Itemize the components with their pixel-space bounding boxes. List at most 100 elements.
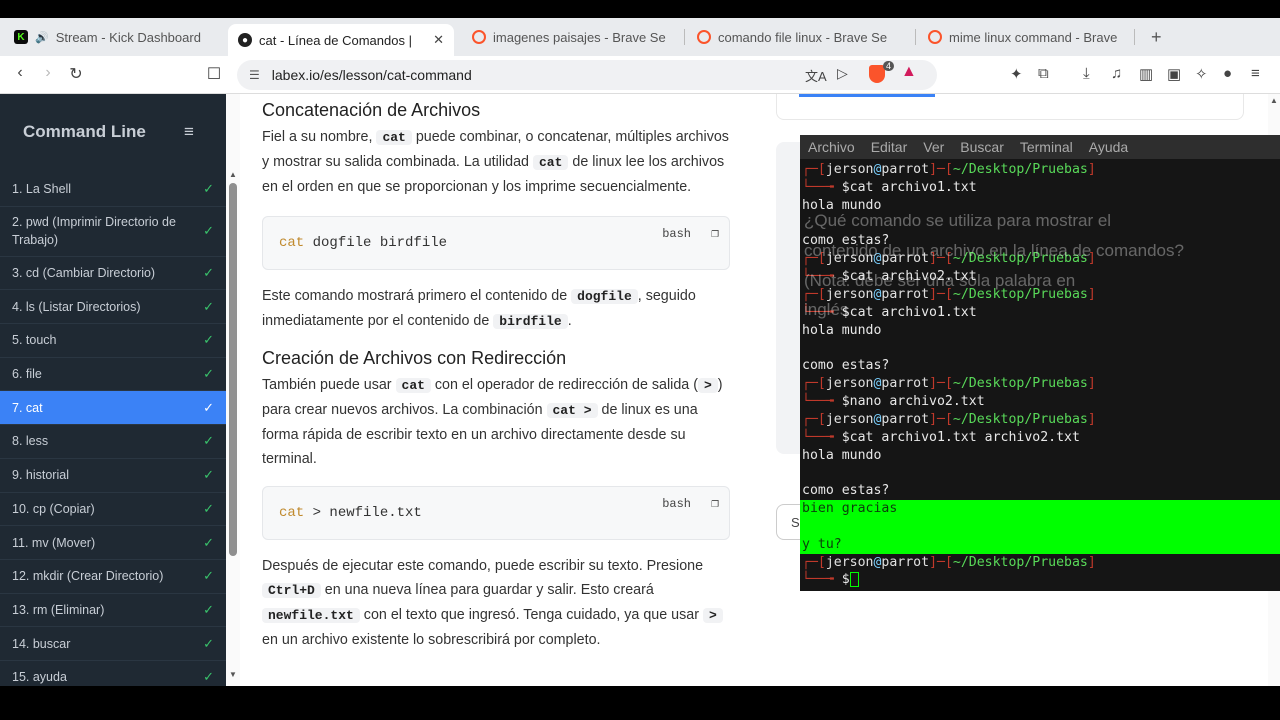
prompt-bracket: ] (1087, 554, 1096, 570)
check-icon: ✓ (203, 601, 214, 617)
sidebar-item-la-shell[interactable]: 1. La Shell ✓ (0, 173, 226, 207)
prompt-bracket: ┌─[ (802, 376, 826, 392)
sidebar-item-ls[interactable]: 4. ls (Listar Directorios) ✓ (0, 290, 226, 325)
terminal-line: bien gracias (800, 500, 1280, 518)
address-bar[interactable]: ☰ labex.io/es/lesson/cat-command 文A ▷ 4 … (237, 60, 937, 90)
brave-rewards-icon[interactable]: ▲ (901, 63, 917, 81)
vpn-icon[interactable]: ● (1223, 65, 1232, 82)
code-args: > newfile.txt (304, 505, 422, 521)
new-tab-icon[interactable]: + (1151, 27, 1162, 48)
sidebar-item-cd[interactable]: 3. cd (Cambiar Directorio) ✓ (0, 257, 226, 291)
copy-icon[interactable]: ❐ (711, 496, 719, 511)
translate-icon[interactable]: 文A (805, 66, 827, 85)
download-icon[interactable]: ⤓ (1083, 65, 1090, 82)
tab-imagenes-paisajes[interactable]: imagenes paisajes - Brave Se (454, 21, 684, 53)
menu-ayuda[interactable]: Ayuda (1089, 139, 1128, 155)
forward-icon[interactable]: › (34, 64, 62, 82)
inline-code: > (702, 608, 723, 623)
terminal-line: ┌─[jerson@parrot]─[~/Desktop/Pruebas] (800, 161, 1280, 179)
terminal-line: └──╼ $cat archivo1.txt archivo2.txt (800, 429, 1280, 447)
media-icon[interactable]: ♫ (1111, 65, 1122, 82)
sidebar-item-label: 1. La Shell (12, 182, 72, 197)
copy-icon[interactable]: ❐ (711, 226, 719, 241)
text: . (567, 313, 572, 329)
check-icon: ✓ (203, 467, 214, 483)
menu-ver[interactable]: Ver (923, 139, 944, 155)
speaker-icon[interactable]: 🔊 (35, 31, 49, 44)
sidebar-item-label: 3. cd (Cambiar Directorio) (12, 266, 156, 281)
text: Fiel a su nombre, (262, 129, 377, 145)
inline-code: cat (395, 378, 431, 393)
tab-cat-lesson[interactable]: ● cat - Línea de Comandos | ✕ (228, 24, 454, 56)
terminal-line: como estas? (800, 357, 1280, 375)
lesson-list: 1. La Shell ✓ 2. pwd (Imprimir Directorio… (0, 174, 226, 686)
prompt-bracket: ]─[ (929, 411, 953, 427)
labex-icon: ● (238, 33, 252, 47)
sidebar-item-buscar[interactable]: 14. buscar ✓ (0, 627, 226, 661)
sidebar-item-rm[interactable]: 13. rm (Eliminar) ✓ (0, 594, 226, 628)
terminal-window[interactable]: Archivo Editar Ver Buscar Terminal Ayuda… (800, 135, 1280, 591)
prompt-arrow: └──╼ (802, 572, 842, 588)
sidebar-item-pwd[interactable]: 2. pwd (Imprimir Directorio de Trabajo) ✓ (0, 207, 226, 257)
sidebar-item-label: 14. buscar (12, 636, 71, 651)
back-icon[interactable]: ‹ (6, 64, 34, 82)
menu-archivo[interactable]: Archivo (808, 139, 855, 155)
output-text: hola mundo (802, 447, 882, 463)
sidebar-item-cat[interactable]: 7. cat ✓ (0, 391, 226, 426)
sidebar-item-label: 15. ayuda (12, 670, 67, 685)
output-text: como estas? (802, 483, 890, 499)
code-text: cat > newfile.txt (279, 505, 422, 521)
sidebar-item-ayuda[interactable]: 15. ayuda ✓ (0, 661, 226, 686)
close-tab-icon[interactable]: ✕ (433, 32, 444, 48)
terminal-line: └──╼ $nano archivo2.txt (800, 393, 1280, 411)
menu-icon[interactable]: ≡ (1251, 65, 1260, 82)
sidebar-scrollbar-thumb[interactable] (229, 183, 237, 556)
sidebar-item-label: 9. historial (12, 468, 69, 483)
terminal-line: y tu? (800, 535, 1280, 554)
screenshot-icon[interactable]: ⧉ (1038, 65, 1049, 82)
code-keyword: cat (279, 505, 305, 521)
check-icon: ✓ (203, 332, 214, 348)
hamburger-menu-icon[interactable]: ≡ (184, 122, 202, 142)
prompt-host: parrot (881, 411, 930, 427)
prompt-bracket: ]─[ (929, 162, 953, 177)
send-icon[interactable]: ▷ (837, 65, 848, 82)
menu-buscar[interactable]: Buscar (960, 139, 1004, 155)
sidebar-item-mkdir[interactable]: 12. mkdir (Crear Directorio) ✓ (0, 560, 226, 594)
tab-title: comando file linux - Brave Se (718, 29, 888, 45)
tab-kick-dashboard[interactable]: K 🔊 Stream - Kick Dashboard (0, 21, 228, 53)
prompt-dollar: $ (841, 179, 850, 195)
output-text: hola mundo (802, 322, 882, 338)
lesson-content: Concatenación de Archivos Fiel a su nomb… (240, 94, 760, 686)
sidebar-item-file[interactable]: 6. file ✓ (0, 358, 226, 392)
prompt-dollar: $ (841, 393, 850, 409)
scroll-up-arrow-icon[interactable]: ▲ (1270, 96, 1278, 105)
tab-mime-linux[interactable]: mime linux command - Brave (916, 21, 1134, 53)
menu-editar[interactable]: Editar (871, 139, 908, 155)
tab-comando-file[interactable]: comando file linux - Brave Se (685, 21, 915, 53)
sidebar-item-mv[interactable]: 11. mv (Mover) ✓ (0, 526, 226, 560)
sidebar-item-touch[interactable]: 5. touch ✓ (0, 324, 226, 358)
sidebar-item-less[interactable]: 8. less ✓ (0, 425, 226, 459)
paragraph-ctrl-d: Después de ejecutar este comando, puede … (262, 554, 732, 652)
sidebar-item-label: 7. cat (12, 400, 43, 415)
prompt-path: ~/Desktop/Pruebas (952, 411, 1088, 427)
menu-terminal[interactable]: Terminal (1020, 139, 1073, 155)
prompt-user: jerson (825, 162, 874, 177)
scroll-down-arrow-icon[interactable]: ▼ (229, 670, 237, 679)
scroll-up-arrow-icon[interactable]: ▲ (229, 170, 237, 179)
sidebar-item-cp[interactable]: 10. cp (Copiar) ✓ (0, 493, 226, 527)
prompt-bracket: ]─[ (929, 376, 953, 392)
quiz-question-ghost-2: contenido de un archivo en la línea de c… (804, 241, 1184, 260)
leo-ai-icon[interactable]: ✧ (1195, 65, 1208, 83)
extensions-icon[interactable]: ✦ (1010, 65, 1023, 83)
wallet-icon[interactable]: ▣ (1167, 65, 1181, 83)
sidebar-toggle-icon[interactable]: ▥ (1139, 65, 1153, 83)
site-info-icon[interactable]: ☰ (249, 68, 260, 82)
bookmark-icon[interactable]: ☐ (200, 64, 228, 84)
browser-toolbar: ‹ › ↻ ☐ ☰ labex.io/es/lesson/cat-command… (0, 56, 1280, 94)
os-top-bar (0, 0, 1280, 18)
os-bottom-bar (0, 686, 1280, 720)
reload-icon[interactable]: ↻ (62, 64, 90, 84)
sidebar-item-historial[interactable]: 9. historial ✓ (0, 459, 226, 493)
